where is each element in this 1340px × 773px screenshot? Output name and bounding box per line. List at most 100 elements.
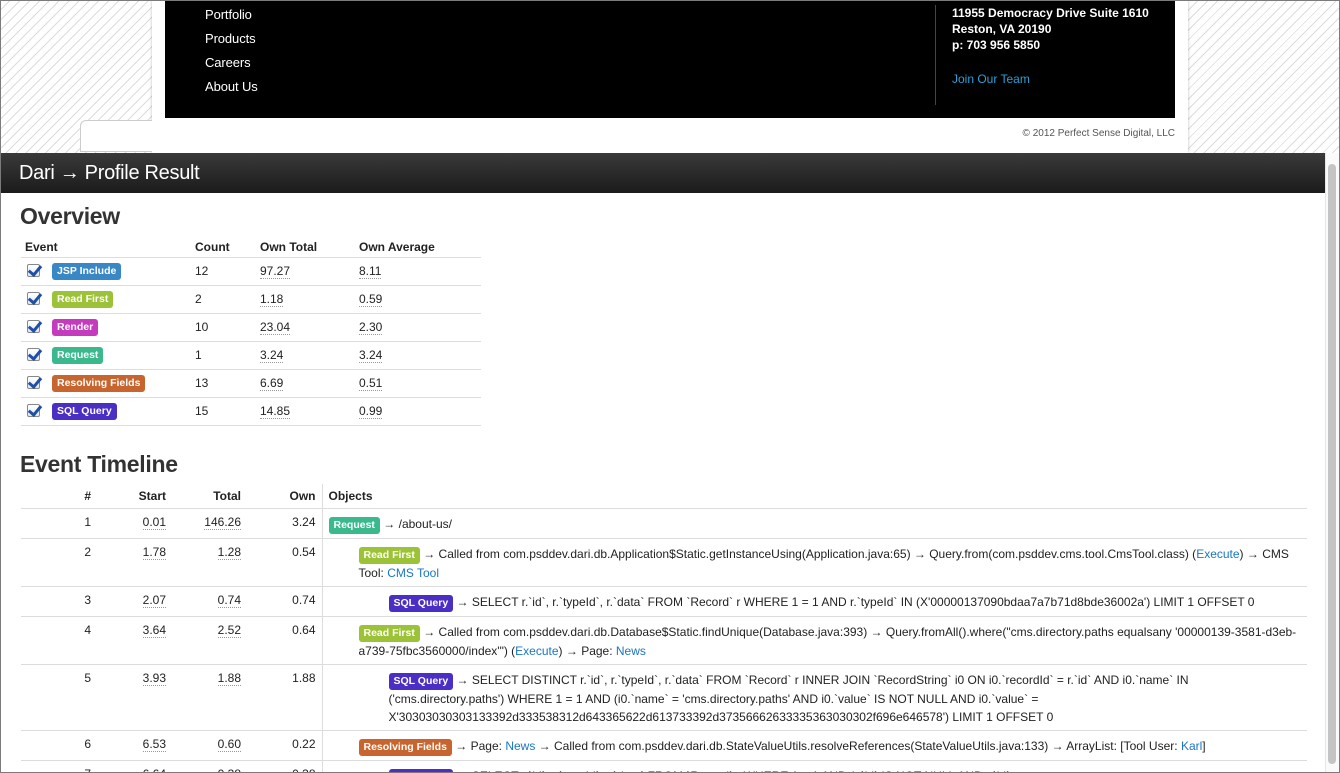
own-cell: 3.24 [247,507,322,538]
footer-nav: Portfolio Products Careers About Us [205,6,258,102]
count-value: 15 [195,404,209,418]
total-value: 0.74 [217,592,241,608]
start-cell: 0.01 [97,507,172,538]
index-cell: 3 [21,585,97,616]
footer-link-about-us[interactable]: About Us [205,79,258,94]
index-cell: 6 [21,729,97,760]
start-value: 2.07 [142,592,166,608]
index-value: 4 [84,622,91,637]
own-cell: 0.22 [247,729,322,760]
object-text: ] [1202,738,1206,753]
object-link[interactable]: News [505,739,535,753]
object-text: → Page: [451,738,506,753]
panel-title: Dari → Profile Result [19,162,200,184]
footer-link-careers[interactable]: Careers [205,55,251,70]
index-cell: 2 [21,537,97,586]
own-total-value: 14.85 [260,404,291,419]
total-cell: 0.38 [172,759,247,773]
col-objects: Objects [321,484,1307,508]
total-value: 0.60 [217,736,241,752]
event-checkbox[interactable] [27,319,40,333]
address-line: 11955 Democracy Drive Suite 1610 [952,6,1149,20]
event-label: Resolving Fields [358,738,452,756]
event-label: Read First [358,546,420,564]
footer-link-products[interactable]: Products [205,31,256,46]
total-cell: 0.60 [172,729,247,760]
own-total-value: 3.24 [260,348,284,363]
object-text: → SELECT DISTINCT r.`id`, r.`typeId`, r.… [388,672,1189,724]
company-address: 11955 Democracy Drive Suite 1610 Reston,… [935,5,1149,105]
index-value: 1 [84,514,91,529]
own-value: 0.22 [292,736,316,751]
start-cell: 3.64 [97,615,172,664]
object-link[interactable]: CMS Tool [387,566,439,580]
col-start: Start [138,488,166,503]
overview-event-cell: Resolving Fields [21,368,191,397]
own-average-cell: 2.30 [355,312,481,341]
count-cell: 12 [191,256,256,285]
event-checkbox[interactable] [27,263,40,277]
timeline-row: 3 2.07 0.74 0.74 SQL Query → SELECT r.`id`, … [21,585,1307,616]
event-checkbox[interactable] [27,403,40,417]
own-total-value: 6.69 [260,376,284,391]
event-label: SQL Query [52,402,117,420]
total-cell: 1.88 [172,663,247,730]
index-value: 3 [84,592,91,607]
own-average-value: 2.30 [359,320,383,335]
col-count: Count [195,239,230,254]
overview-row: JSP Include 12 97.27 8.11 [21,256,481,285]
own-cell: 0.38 [247,759,322,773]
own-total-cell: 97.27 [256,256,355,285]
scrollbar-thumb[interactable] [1328,164,1336,764]
event-checkbox[interactable] [27,375,40,389]
own-value: 0.74 [292,592,316,607]
start-value: 3.64 [142,622,166,638]
own-average-value: 0.59 [359,292,383,307]
own-average-cell: 3.24 [355,340,481,369]
footer-nav-item: About Us [205,78,258,102]
join-our-team-link[interactable]: Join Our Team [952,71,1149,87]
overview-event-cell: SQL Query [21,396,191,426]
col-own-average: Own Average [359,239,435,254]
own-cell: 0.74 [247,585,322,616]
total-cell: 2.52 [172,615,247,664]
object-link[interactable]: Karl [1181,739,1202,753]
site-footer: Portfolio Products Careers About Us 1195… [152,0,1188,153]
index-cell: 5 [21,663,97,730]
timeline-row: 6 6.53 0.60 0.22 Resolving Fields → Page: Ne… [21,729,1307,760]
address-line: Reston, VA 20190 [952,22,1052,36]
overview-event-cell: Render [21,312,191,341]
object-link[interactable]: Execute [515,644,558,658]
profile-panel: Dari → Profile Result Overview Event Cou… [1,153,1325,773]
object-text: → /about-us/ [379,516,452,531]
index-value: 7 [84,767,91,773]
count-value: 2 [195,292,202,306]
start-value: 0.01 [142,514,166,530]
timeline-table: # Start Total Own Objects 1 0.01 146.26 3.2… [21,484,1307,773]
own-total-cell: 23.04 [256,312,355,341]
event-checkbox[interactable] [27,291,40,305]
event-checkbox[interactable] [27,347,40,361]
own-value: 3.24 [292,514,316,529]
object-link[interactable]: News [616,644,646,658]
own-average-cell: 0.51 [355,368,481,397]
event-label: Read First [52,290,114,308]
count-value: 13 [195,376,209,390]
index-value: 2 [84,544,91,559]
objects-cell: SQL Query → SELECT r.`id`, r.`typeId`, r… [321,759,1307,773]
total-value: 1.28 [217,544,241,560]
index-cell: 1 [21,507,97,538]
start-cell: 3.93 [97,663,172,730]
own-average-value: 8.11 [359,264,382,279]
start-cell: 1.78 [97,537,172,586]
object-text: ) → Page: [558,643,616,658]
timeline-header-row: # Start Total Own Objects [21,484,1307,508]
index-cell: 7 [21,759,97,773]
overview-table: Event Count Own Total Own Average JSP In… [21,237,481,426]
footer-link-portfolio[interactable]: Portfolio [205,7,252,22]
overview-row: Request 1 3.24 3.24 [21,340,481,369]
col-total: Total [213,488,241,503]
object-link[interactable]: Execute [1196,547,1239,561]
object-text: → Called from com.psddev.dari.db.Databas… [358,624,1297,658]
count-cell: 2 [191,284,256,313]
